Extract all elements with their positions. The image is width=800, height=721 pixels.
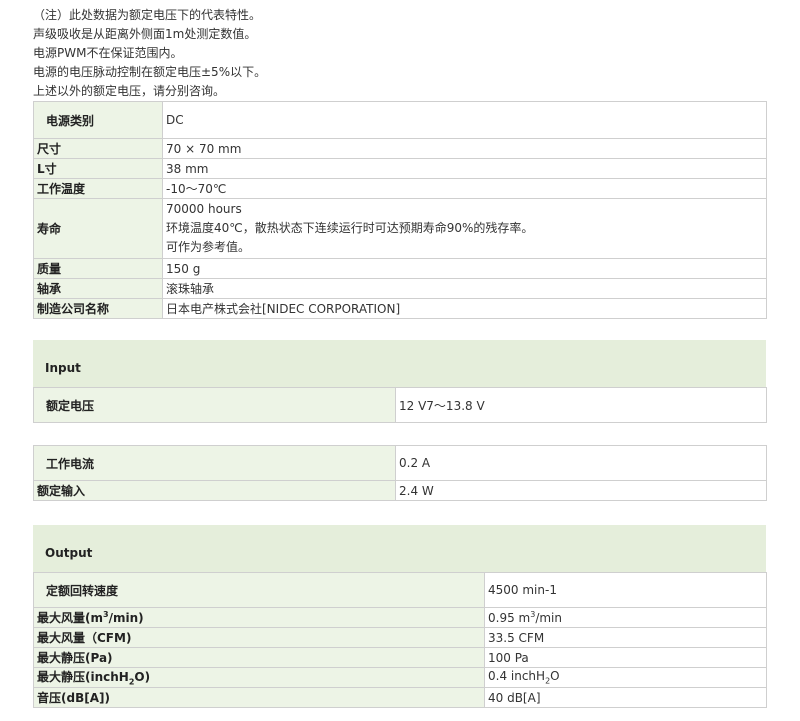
note-line: 电源PWM不在保证范围内。 xyxy=(33,46,183,60)
table-row: 工作温度 -10～70℃ xyxy=(33,178,767,199)
output-value: 0.4 inchH2O xyxy=(484,667,767,688)
table-row: 最大风量(m3/min) 0.95 m3/min xyxy=(33,607,767,628)
spec-value: 70000 hours 环境温度40℃，散热状态下连续运行时可达预期寿命90%的… xyxy=(162,198,767,259)
spec-table: 电源类别 DC 尺寸 70 × 70 mm L寸 38 mm 工作温度 -10～… xyxy=(33,101,767,319)
table-row: 额定电压 12 V7～13.8 V xyxy=(33,387,767,423)
input-voltage-table: 额定电压 12 V7～13.8 V xyxy=(33,387,767,423)
input-section-title: Input xyxy=(45,361,81,375)
input-value: 12 V7～13.8 V xyxy=(395,387,767,423)
output-label: 音压(dB[A]) xyxy=(33,687,485,708)
input-label: 工作电流 xyxy=(33,445,396,481)
input-section-header: Input xyxy=(33,340,766,387)
notes-block: （注）此处数据为额定电压下的代表特性。 声级吸收是从距离外侧面1m处测定数值。 … xyxy=(33,6,266,101)
spec-label: 尺寸 xyxy=(33,138,163,159)
table-row: 轴承 滚珠轴承 xyxy=(33,278,767,299)
output-value: 40 dB[A] xyxy=(484,687,767,708)
output-value: 4500 min-1 xyxy=(484,572,767,608)
table-row: 寿命 70000 hours 环境温度40℃，散热状态下连续运行时可达预期寿命9… xyxy=(33,198,767,259)
output-label: 最大静压(Pa) xyxy=(33,647,485,668)
spec-value: 38 mm xyxy=(162,158,767,179)
output-label: 最大风量（CFM) xyxy=(33,627,485,648)
output-label: 最大风量(m3/min) xyxy=(33,607,485,628)
spec-label: 寿命 xyxy=(33,198,163,259)
output-table: 定额回转速度 4500 min-1 最大风量(m3/min) 0.95 m3/m… xyxy=(33,572,767,708)
table-row: 最大风量（CFM) 33.5 CFM xyxy=(33,627,767,648)
spec-label: 质量 xyxy=(33,258,163,279)
life-line: 可作为参考值。 xyxy=(166,240,251,254)
spec-value: 日本电产株式会社[NIDEC CORPORATION] xyxy=(162,298,767,319)
output-label: 最大静压(inchH2O) xyxy=(33,667,485,688)
table-row: 电源类别 DC xyxy=(33,101,767,139)
input-label: 额定电压 xyxy=(33,387,396,423)
note-line: 声级吸收是从距离外侧面1m处测定数值。 xyxy=(33,27,257,41)
output-value: 33.5 CFM xyxy=(484,627,767,648)
output-value: 100 Pa xyxy=(484,647,767,668)
spec-label: L寸 xyxy=(33,158,163,179)
output-value: 0.95 m3/min xyxy=(484,607,767,628)
table-row: 音压(dB[A]) 40 dB[A] xyxy=(33,687,767,708)
note-line: （注）此处数据为额定电压下的代表特性。 xyxy=(33,8,262,22)
table-row: 工作电流 0.2 A xyxy=(33,445,767,481)
table-row: 制造公司名称 日本电产株式会社[NIDEC CORPORATION] xyxy=(33,298,767,319)
output-label: 定额回转速度 xyxy=(33,572,485,608)
life-line: 环境温度40℃，散热状态下连续运行时可达预期寿命90%的残存率。 xyxy=(166,221,534,235)
table-row: 质量 150 g xyxy=(33,258,767,279)
spec-value: 150 g xyxy=(162,258,767,279)
note-line: 电源的电压脉动控制在额定电压±5%以下。 xyxy=(33,65,267,79)
note-line: 上述以外的额定电压，请分别咨询。 xyxy=(33,84,226,98)
table-row: 最大静压(inchH2O) 0.4 inchH2O xyxy=(33,667,767,688)
spec-label: 电源类别 xyxy=(33,101,163,139)
table-row: L寸 38 mm xyxy=(33,158,767,179)
input-value: 2.4 W xyxy=(395,480,767,501)
table-row: 尺寸 70 × 70 mm xyxy=(33,138,767,159)
spec-value: 70 × 70 mm xyxy=(162,138,767,159)
spec-value: -10～70℃ xyxy=(162,178,767,199)
spec-value: DC xyxy=(162,101,767,139)
spec-label: 轴承 xyxy=(33,278,163,299)
spec-label: 工作温度 xyxy=(33,178,163,199)
table-row: 最大静压(Pa) 100 Pa xyxy=(33,647,767,668)
table-row: 定额回转速度 4500 min-1 xyxy=(33,572,767,608)
spec-value: 滚珠轴承 xyxy=(162,278,767,299)
input-value: 0.2 A xyxy=(395,445,767,481)
output-section-title: Output xyxy=(45,546,93,560)
table-row: 额定输入 2.4 W xyxy=(33,480,767,501)
input-current-table: 工作电流 0.2 A 额定输入 2.4 W xyxy=(33,445,767,501)
input-label: 额定输入 xyxy=(33,480,396,501)
life-line: 70000 hours xyxy=(166,202,242,216)
spec-label: 制造公司名称 xyxy=(33,298,163,319)
output-section-header: Output xyxy=(33,525,766,572)
